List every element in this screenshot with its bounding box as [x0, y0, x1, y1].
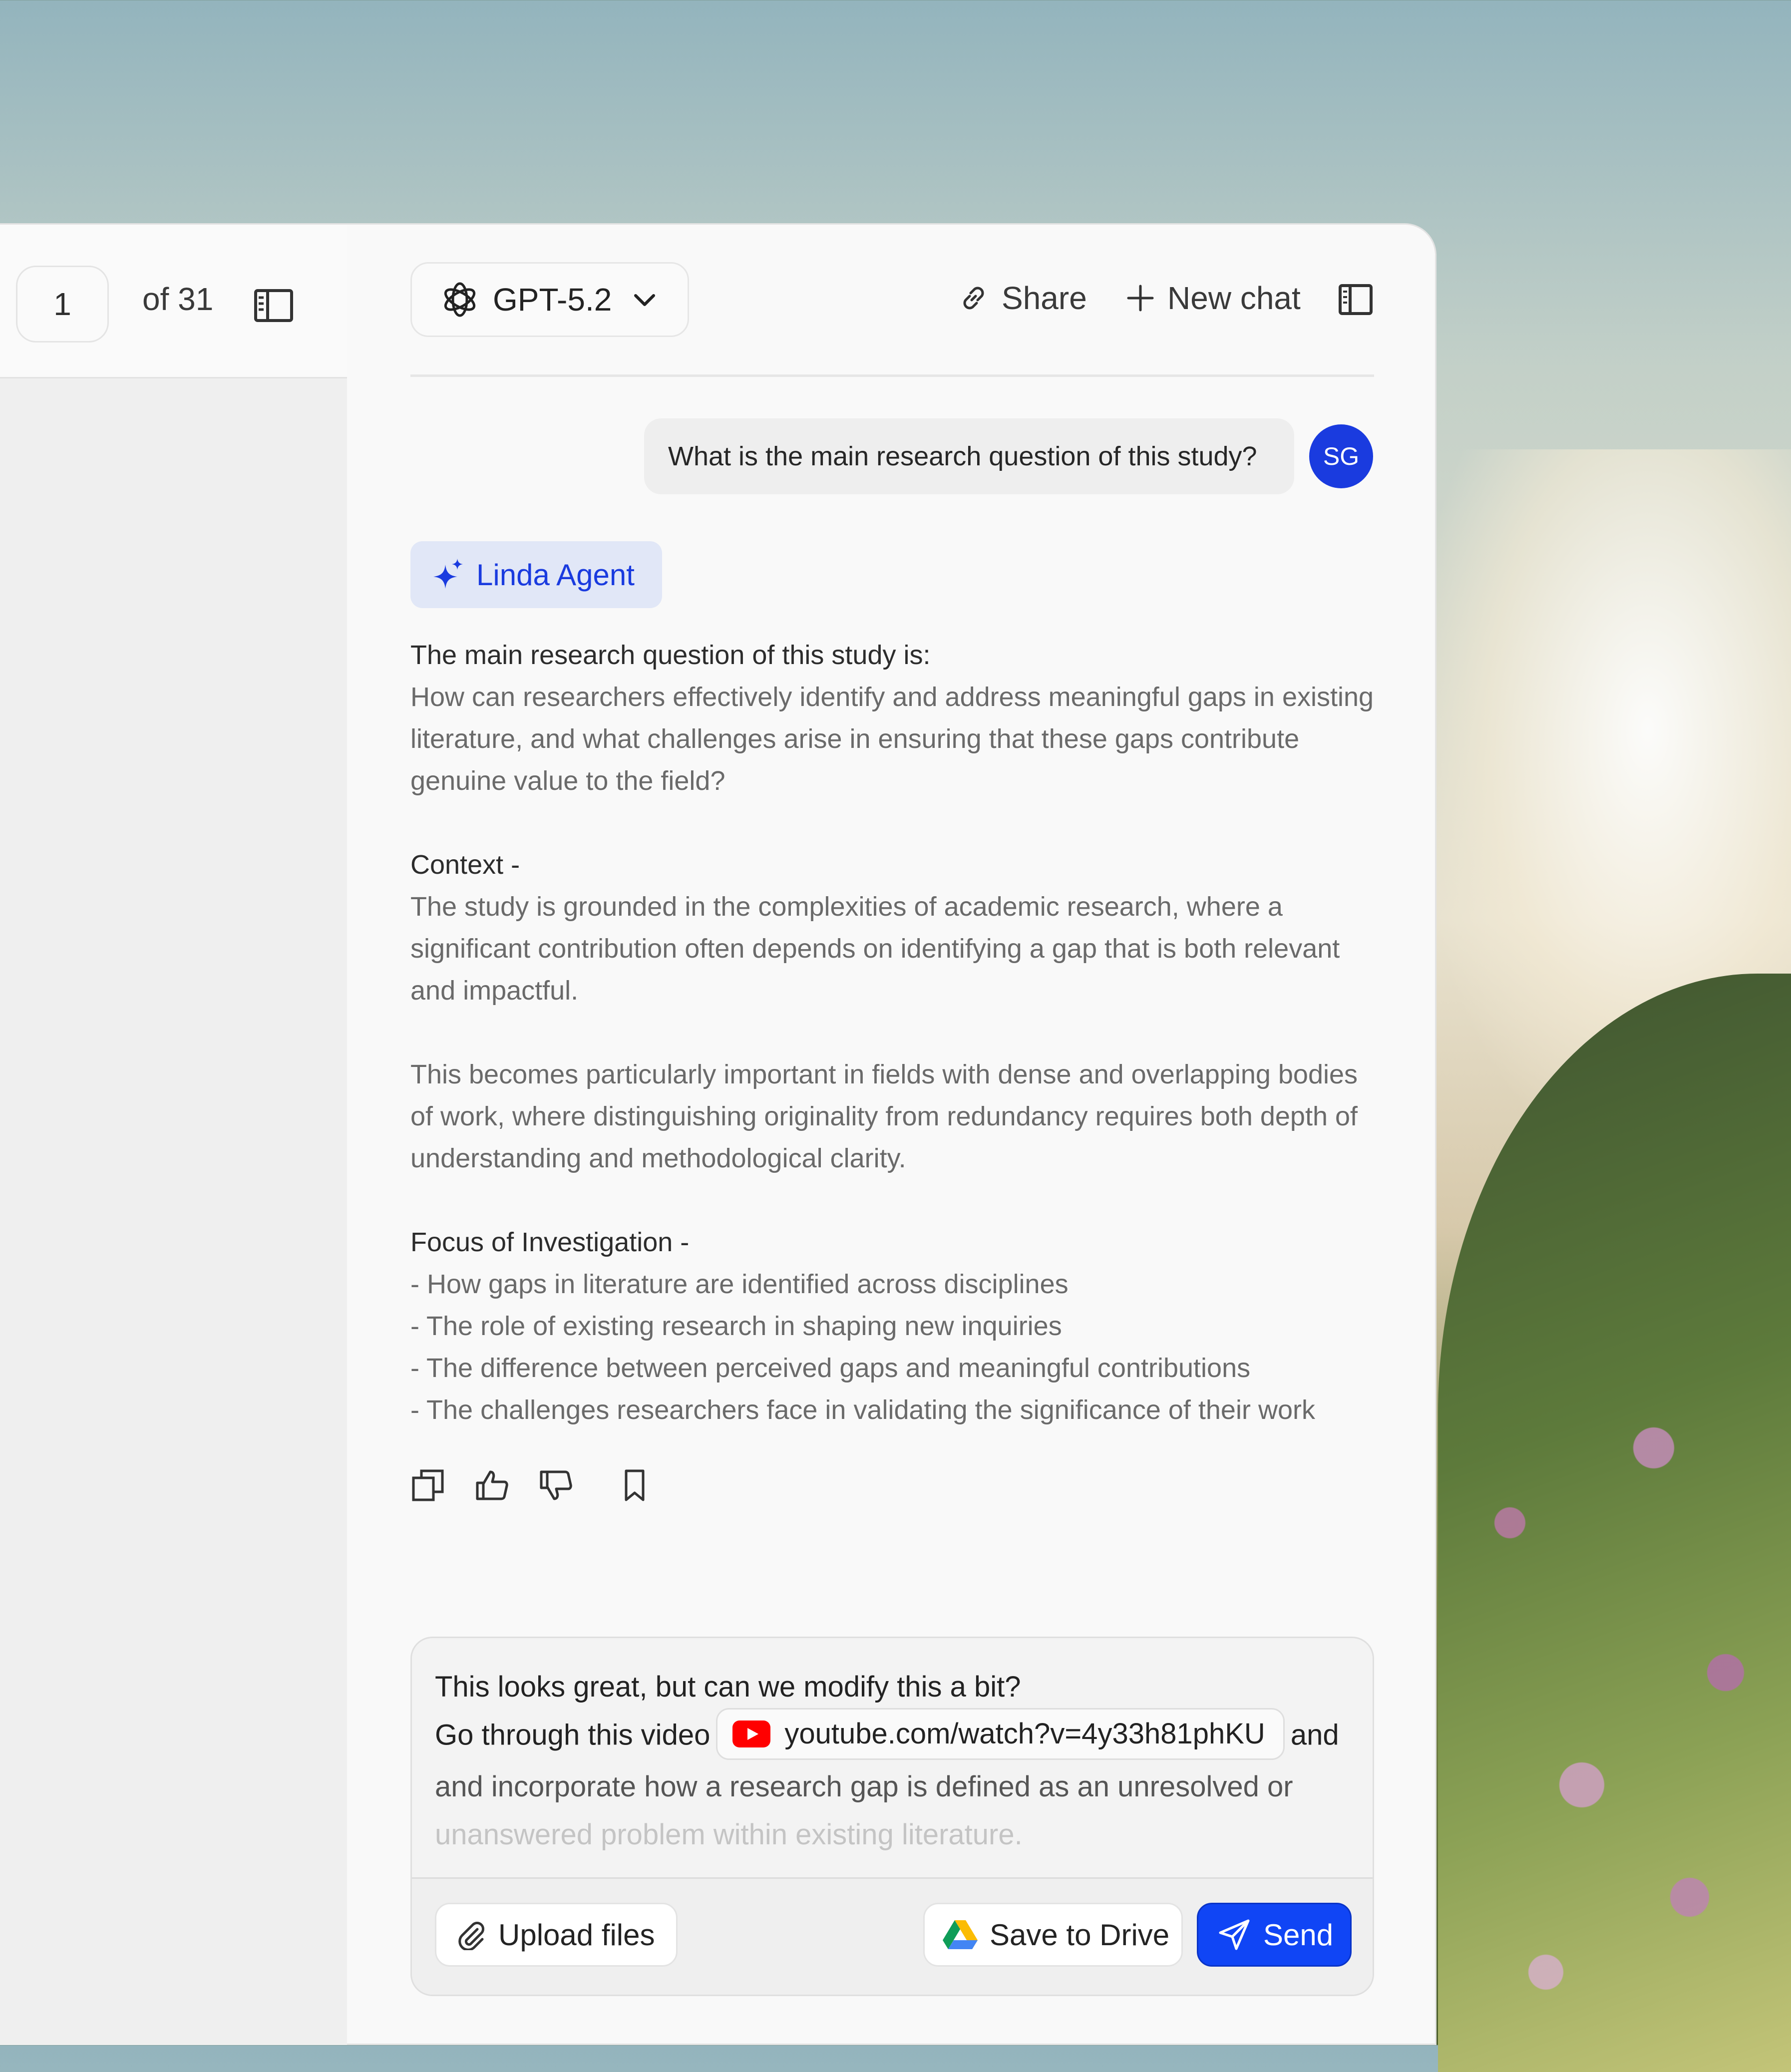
avatar[interactable]: SG	[1309, 424, 1373, 488]
send-button[interactable]: Send	[1197, 1903, 1352, 1967]
thumbs-up-icon[interactable]	[474, 1468, 509, 1503]
model-label: GPT-5.2	[493, 282, 612, 318]
youtube-icon	[732, 1721, 771, 1747]
sparkle-icon	[433, 559, 463, 589]
composer-text-suffix: and	[1290, 1719, 1339, 1751]
composer-text-prefix: Go through this video	[435, 1719, 711, 1751]
model-selector[interactable]: GPT-5.2	[410, 262, 689, 337]
page-total: of 31	[142, 281, 214, 317]
chevron-down-icon	[634, 294, 656, 306]
save-to-drive-label: Save to Drive	[990, 1918, 1170, 1952]
video-link-chip[interactable]: youtube.com/watch?v=4y33h81phKU	[716, 1708, 1285, 1760]
plus-icon	[1127, 285, 1154, 312]
save-to-drive-button[interactable]: Save to Drive	[923, 1903, 1183, 1967]
bookmark-icon[interactable]	[617, 1468, 652, 1503]
answer-question: How can researchers effectively identify…	[410, 682, 1374, 796]
list-item: - The difference between perceived gaps …	[410, 1353, 1251, 1383]
share-button[interactable]: Share	[958, 280, 1087, 317]
upload-files-label: Upload files	[498, 1918, 655, 1952]
video-link-text: youtube.com/watch?v=4y33h81phKU	[784, 1718, 1265, 1750]
focus-heading: Focus of Investigation -	[410, 1227, 690, 1257]
thumbs-down-icon[interactable]	[538, 1468, 573, 1503]
send-label: Send	[1263, 1918, 1334, 1952]
new-chat-label: New chat	[1167, 280, 1301, 316]
panel-toggle-icon[interactable]	[1338, 284, 1373, 316]
composer-toolbar: Upload files Save to Drive Send	[412, 1877, 1373, 1995]
openai-logo-icon	[444, 282, 476, 317]
paperclip-icon	[458, 1922, 484, 1950]
context-paragraph: This becomes particularly important in f…	[410, 1059, 1358, 1173]
copy-icon[interactable]	[410, 1468, 445, 1503]
header-divider	[410, 374, 1374, 377]
share-label: Share	[1002, 280, 1087, 316]
context-paragraph: The study is grounded in the complexitie…	[410, 892, 1340, 1006]
composer-line: Go through this video youtube.com/watch?v…	[435, 1708, 1354, 1763]
list-item: - The role of existing research in shapi…	[410, 1311, 1062, 1341]
viewer-toolbar: 1 of 31	[0, 223, 347, 378]
message-composer[interactable]: This looks great, but can we modify this…	[410, 1637, 1374, 1996]
user-message: What is the main research question of th…	[644, 418, 1294, 494]
composer-line: unanswered problem within existing liter…	[435, 1818, 1023, 1851]
response-actions	[410, 1468, 681, 1503]
document-viewer: 1 of 31	[0, 223, 349, 2045]
list-item: - How gaps in literature are identified …	[410, 1269, 1069, 1299]
composer-line: and incorporate how a research gap is de…	[435, 1770, 1293, 1803]
google-drive-icon	[943, 1920, 978, 1949]
background-flowers	[1438, 1298, 1791, 2047]
agent-name: Linda Agent	[476, 558, 635, 592]
composer-input[interactable]: This looks great, but can we modify this…	[435, 1663, 1354, 1859]
user-message-text: What is the main research question of th…	[668, 441, 1257, 471]
agent-badge: Linda Agent	[410, 541, 662, 608]
page-number-input[interactable]: 1	[16, 266, 109, 343]
upload-files-button[interactable]: Upload files	[435, 1903, 678, 1967]
context-heading: Context -	[410, 850, 520, 880]
list-item: - The challenges researchers face in val…	[410, 1395, 1315, 1425]
new-chat-button[interactable]: New chat	[1124, 280, 1301, 317]
answer-heading: The main research question of this study…	[410, 640, 931, 670]
link-icon	[963, 287, 984, 310]
send-icon	[1219, 1919, 1250, 1950]
composer-line: This looks great, but can we modify this…	[435, 1671, 1021, 1703]
sidebar-toggle-icon[interactable]	[254, 289, 294, 323]
agent-response: The main research question of this study…	[410, 634, 1379, 1431]
